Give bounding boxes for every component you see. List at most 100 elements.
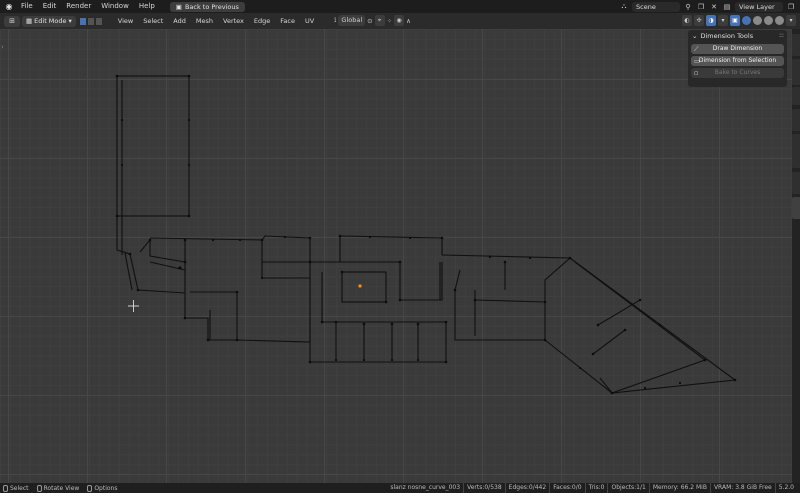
menu-edit[interactable]: Edit: [38, 0, 62, 13]
mesh-wall: [236, 322, 311, 343]
mesh-room-center: [341, 271, 387, 303]
falloff-icon[interactable]: ∧: [406, 17, 411, 25]
back-to-previous-button[interactable]: ▣ Back to Previous: [169, 1, 245, 12]
hint-rotate-label: Rotate View: [43, 484, 80, 492]
header-menu-view[interactable]: View: [113, 13, 138, 29]
editor-type-button[interactable]: ⊞: [4, 16, 20, 27]
floor-plan-mesh: [115, 74, 737, 395]
chevron-down-icon: ▾: [68, 16, 72, 25]
mouse-right-icon: [87, 484, 93, 492]
face-select-button[interactable]: [94, 16, 103, 26]
menu-window[interactable]: Window: [96, 0, 134, 13]
mesh-wall: [574, 261, 706, 361]
header-menu-select[interactable]: Select: [138, 13, 168, 29]
rendered-shading-icon[interactable]: [775, 16, 784, 25]
top-right-controls: ⛬ Scene ⚲ ❐ ✕ ▤ View Layer ❐: [619, 0, 800, 13]
xray-icon[interactable]: ▣: [730, 15, 740, 26]
mesh-wall: [139, 238, 186, 263]
orientation-icon: ⟟: [334, 16, 337, 24]
active-object-name: slanz nosne_curve_003: [390, 484, 461, 491]
viewport-header: ⊞ ▦ Edit Mode ▾ View Select Add Mesh Ver…: [0, 13, 800, 29]
3d-viewport[interactable]: ›: [0, 29, 800, 483]
proportional-edit-icon[interactable]: ◉: [394, 15, 405, 26]
sidebar-tab-1[interactable]: [792, 34, 800, 56]
menu-help[interactable]: Help: [134, 0, 160, 13]
sidebar-tabs: [792, 29, 800, 483]
pivot-icon[interactable]: ⊙: [367, 17, 372, 25]
sidebar-tab-active[interactable]: [792, 197, 800, 219]
mesh-wall: [544, 257, 737, 394]
back-icon: ▣: [175, 2, 182, 11]
view-layer-field[interactable]: View Layer: [735, 1, 783, 12]
header-menu-vertex[interactable]: Vertex: [218, 13, 249, 29]
edge-select-button[interactable]: [86, 16, 95, 26]
status-hints: Select Rotate View Options: [0, 484, 118, 492]
close-icon[interactable]: ✕: [709, 2, 719, 12]
vertex-select-button[interactable]: [78, 16, 87, 26]
mesh-wall: [116, 216, 186, 294]
cursor-crosshair-icon: [128, 300, 139, 312]
pin-icon[interactable]: ⚲: [683, 2, 693, 12]
sidebar-tab-6[interactable]: [792, 172, 800, 194]
copy-layer-icon[interactable]: ❐: [786, 2, 796, 12]
dimension-from-selection-button[interactable]: ▭ Dimension from Selection: [691, 56, 784, 66]
stat-edges: Edges:0/442: [504, 483, 550, 493]
blender-logo-icon[interactable]: ◉: [2, 0, 16, 13]
panel-drag-handle-icon[interactable]: ::::: [779, 32, 784, 39]
hint-options-label: Options: [94, 484, 118, 492]
hint-select: Select: [3, 484, 29, 492]
header-menu-edge[interactable]: Edge: [249, 13, 275, 29]
stat-faces: Faces:0/0: [549, 483, 584, 493]
main-menu: File Edit Render Window Help: [16, 0, 160, 13]
sidebar-tab-2[interactable]: [792, 59, 800, 85]
header-menu-mesh[interactable]: Mesh: [191, 13, 218, 29]
panel-title: Dimension Tools: [700, 32, 754, 40]
snap-icon[interactable]: ⌖: [374, 15, 385, 26]
mesh-wall: [474, 299, 546, 303]
material-shading-icon[interactable]: [764, 16, 773, 25]
snap-target-icon[interactable]: ⁘: [387, 17, 392, 25]
header-menu-add[interactable]: Add: [168, 13, 191, 29]
stat-tris: Tris:0: [584, 483, 608, 493]
copy-icon[interactable]: ❐: [696, 2, 706, 12]
scene-field[interactable]: Scene: [632, 1, 680, 12]
ruler-icon: ⟋: [694, 45, 699, 53]
view-layer-icon[interactable]: ▤: [722, 2, 732, 12]
draw-dimension-button[interactable]: ⟋ Draw Dimension: [691, 44, 784, 54]
wireframe-shading-icon[interactable]: [742, 16, 751, 25]
header-menu-uv[interactable]: UV: [300, 13, 319, 29]
mode-dropdown[interactable]: ▦ Edit Mode ▾: [22, 15, 76, 27]
shading-options-icon[interactable]: ▾: [786, 15, 796, 26]
sidebar-tab-4[interactable]: [792, 109, 800, 131]
status-stats: slanz nosne_curve_003 Verts:0/538 Edges:…: [387, 483, 797, 493]
gizmo-icon[interactable]: ✣: [694, 15, 704, 26]
menu-file[interactable]: File: [16, 0, 38, 13]
sidebar-tab-3[interactable]: [792, 87, 800, 105]
visibility-icon[interactable]: ◐: [682, 15, 692, 26]
solid-shading-icon[interactable]: [753, 16, 762, 25]
scene-icon[interactable]: ⛬: [619, 2, 629, 12]
bake-to-curves-button[interactable]: ▫ Bake to Curves: [691, 68, 784, 78]
stat-version: 5.2.0: [774, 483, 797, 493]
curve-icon: ▫: [694, 69, 699, 77]
sidebar-tab-5[interactable]: [792, 134, 800, 168]
orientation-dropdown[interactable]: Global: [338, 15, 366, 26]
panel-header[interactable]: ⌄ Dimension Tools: [688, 30, 787, 42]
header-menu: View Select Add Mesh Vertex Edge Face UV: [113, 13, 319, 29]
transform-orientation: ⟟ Global ⊙ ⌖ ⁘ ◉ ∧: [334, 15, 411, 26]
bake-to-curves-label: Bake to Curves: [714, 69, 761, 76]
stat-memory: Memory: 66.2 MiB: [648, 483, 710, 493]
mesh-wall: [184, 240, 238, 341]
collapse-chevron-icon: ⌄: [692, 32, 698, 40]
draw-dimension-label: Draw Dimension: [712, 45, 763, 52]
mesh-overlay-icon[interactable]: ▾: [718, 15, 728, 26]
mesh-wall: [592, 329, 626, 355]
stat-vram: VRAM: 3.8 GiB Free: [709, 483, 775, 493]
overlays-icon[interactable]: ◑: [706, 15, 716, 26]
dimension-from-selection-label: Dimension from Selection: [698, 57, 777, 64]
dimension-tools-panel: ⌄ Dimension Tools :::: ⟋ Draw Dimension …: [688, 30, 787, 87]
menu-render[interactable]: Render: [61, 0, 96, 13]
header-menu-face[interactable]: Face: [275, 13, 300, 29]
object-origin: [358, 284, 362, 288]
selection-modes: [78, 16, 103, 26]
